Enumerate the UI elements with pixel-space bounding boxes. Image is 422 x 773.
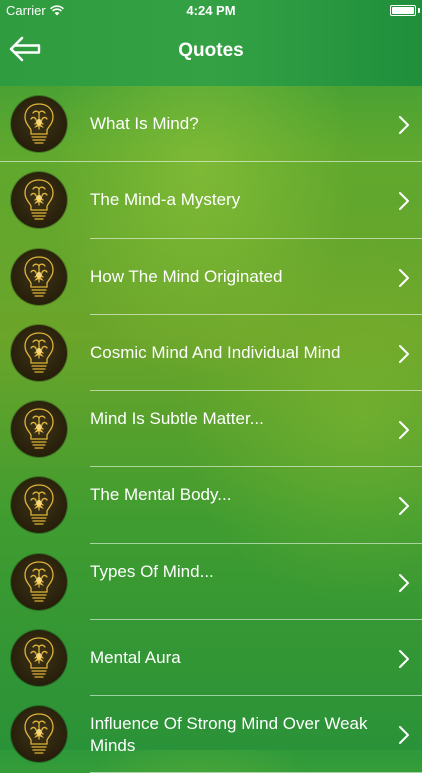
list-item[interactable]: The Mental Body... (0, 467, 422, 544)
quote-thumbnail (11, 553, 67, 610)
list-item-label: Mind Is Subtle Matter... (90, 409, 264, 429)
brain-bulb-icon (24, 179, 54, 220)
brain-bulb-icon (24, 561, 54, 602)
quote-thumbnail (11, 172, 67, 229)
list-item-label: How The Mind Originated (90, 266, 283, 286)
quote-thumbnail (11, 248, 67, 305)
brain-bulb-icon (24, 103, 54, 144)
chevron-right-icon (399, 650, 409, 669)
battery-icon (390, 5, 416, 16)
page-title: Quotes (178, 40, 244, 61)
list-item[interactable]: Types Of Mind... (0, 544, 422, 621)
brain-bulb-icon (24, 255, 54, 297)
quote-thumbnail (11, 96, 67, 152)
status-time: 4:24 PM (186, 3, 236, 18)
list-item[interactable]: Mental Aura (0, 620, 422, 697)
quote-thumbnail (11, 324, 67, 381)
chevron-right-icon (399, 497, 409, 516)
brain-bulb-icon (24, 332, 54, 373)
list-item-label: What Is Mind? (90, 114, 199, 133)
quote-thumbnail (11, 630, 67, 687)
chevron-right-icon (399, 344, 409, 363)
brain-bulb-icon (24, 713, 54, 755)
brain-bulb-icon (24, 408, 54, 449)
list-item[interactable]: Influence Of Strong Mind Over Weak Minds (0, 696, 422, 773)
chevron-right-icon (399, 268, 409, 287)
list-item[interactable]: How The Mind Originated (0, 239, 422, 315)
list-item-label: Cosmic Mind And Individual Mind (90, 342, 341, 362)
status-bar: Carrier 4:24 PM (0, 0, 422, 22)
list-item[interactable]: Cosmic Mind And Individual Mind (0, 315, 422, 392)
list-item[interactable]: The Mind-a Mystery (0, 162, 422, 239)
list-item-label: The Mental Body... (90, 485, 232, 505)
chevron-right-icon (399, 421, 409, 440)
quote-thumbnail (11, 401, 67, 458)
brain-bulb-icon (24, 484, 54, 526)
list-item-label: Types Of Mind... (90, 561, 214, 581)
quote-thumbnail (11, 477, 67, 534)
list-item[interactable]: What Is Mind? (0, 86, 422, 163)
navigation-bar: Carrier 4:24 PM Quotes (0, 0, 422, 86)
quote-thumbnail (11, 706, 67, 763)
quotes-list: What Is Mind? The Mind-a Mystery How The… (0, 86, 422, 773)
list-item-label: Influence Of Strong Mind Over Weak Minds (90, 714, 368, 756)
list-item-label: The Mind-a Mystery (90, 190, 241, 210)
chevron-right-icon (399, 116, 409, 134)
list-item-label: Mental Aura (90, 648, 181, 668)
chevron-right-icon (399, 192, 409, 211)
chevron-right-icon (399, 726, 409, 745)
list-item[interactable]: Mind Is Subtle Matter... (0, 391, 422, 468)
chevron-right-icon (399, 573, 409, 592)
brain-bulb-icon (24, 637, 54, 678)
